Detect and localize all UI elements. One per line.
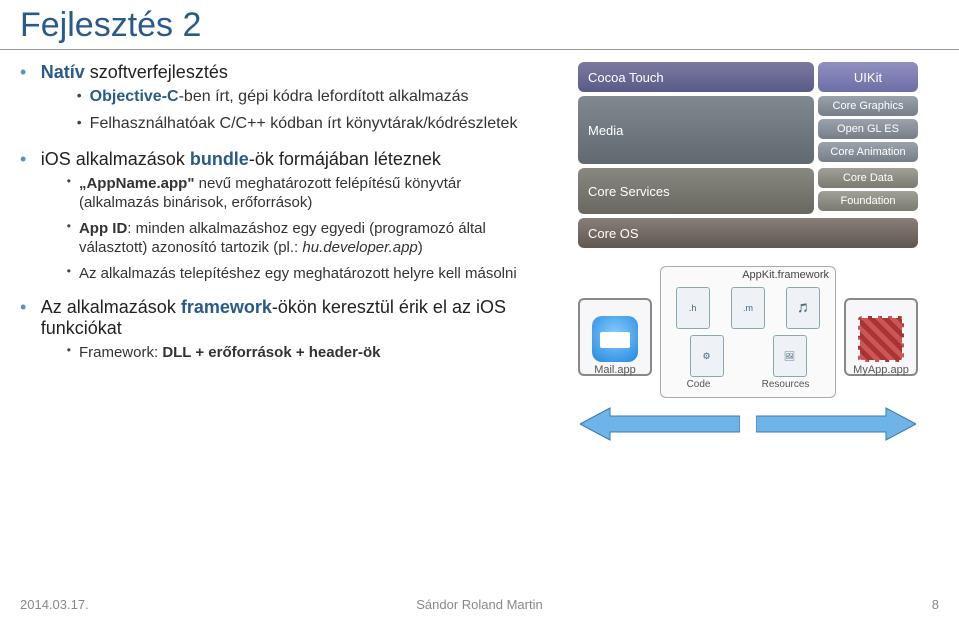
bullet-text: Az alkalmazás telepítéshez egy meghatáro… [79,264,543,284]
resource-bundle-icon: 🖼 [773,335,807,377]
appkit-title: AppKit.framework [661,267,835,283]
layer-core-animation: Core Animation [818,142,918,162]
myapp-label: MyApp.app [846,364,916,376]
text-content: Natív szoftverfejlesztés Objective-C-ben… [20,62,560,496]
slide-title: Fejlesztés 2 [0,0,959,50]
mail-icon [592,316,638,362]
bullet-bold: Objective-C [90,88,179,105]
mail-label: Mail.app [580,364,650,376]
bullet-text: Az alkalmazások [41,297,181,317]
bullet-bold: „AppName.app" [79,175,194,192]
footer-page: 8 [932,597,939,612]
myapp-icon [858,316,904,362]
layer-core-os: Core OS [578,218,918,248]
layer-uikit: UIKit [818,62,918,92]
resource-file-icon: 🎵 [786,287,820,329]
bullet-bold: bundle [190,149,249,169]
bullet-bold: framework [181,297,272,317]
slide-footer: 2014.03.17. Sándor Roland Martin 8 [20,597,939,612]
bullet-text: -ben írt, gépi kódra lefordított alkalma… [179,88,469,105]
mail-app-box: Mail.app [578,298,652,376]
code-bundle-icon: ⚙ [690,335,724,377]
bullet-text: ) [418,239,423,256]
appkit-framework-box: AppKit.framework .h .m 🎵 ⚙ 🖼 Code Resour… [660,266,836,398]
layer-media: Media [578,96,814,164]
impl-file-icon: .m [731,287,765,329]
layer-cocoa-touch: Cocoa Touch [578,62,814,92]
bullet-text: Felhasználhatóak C/C++ kódban írt könyvt… [90,114,544,135]
code-label: Code [687,379,711,390]
header-file-icon: .h [676,287,710,329]
layer-opengl-es: Open GL ES [818,119,918,139]
footer-date: 2014.03.17. [20,597,89,612]
bullet-italic: hu.developer.app [302,239,417,256]
bullet-text: szoftverfejlesztés [85,62,228,82]
bullet-text: : minden alkalmazáshoz egy egyedi (progr… [79,220,486,257]
layer-core-graphics: Core Graphics [818,96,918,116]
ios-layer-stack: Cocoa Touch UIKit Media Core Graphics Op… [578,62,918,248]
myapp-box: MyApp.app [844,298,918,376]
bullet-bold: Natív [41,62,85,82]
bullet-bold: App ID [79,220,127,237]
bullet-text: iOS alkalmazások [41,149,190,169]
arrow-left-icon [580,406,740,442]
resources-label: Resources [762,379,810,390]
layer-core-services: Core Services [578,168,814,214]
arrow-right-icon [756,406,916,442]
app-framework-diagram: Mail.app AppKit.framework .h .m 🎵 ⚙ 🖼 Co… [578,266,918,496]
layer-core-data: Core Data [818,168,918,188]
bullet-bold: DLL + erőforrások + header-ök [162,344,380,361]
footer-author: Sándor Roland Martin [416,597,542,612]
layer-foundation: Foundation [818,191,918,211]
bullet-text: -ök formájában léteznek [249,149,441,169]
bullet-text: Framework: [79,344,162,361]
